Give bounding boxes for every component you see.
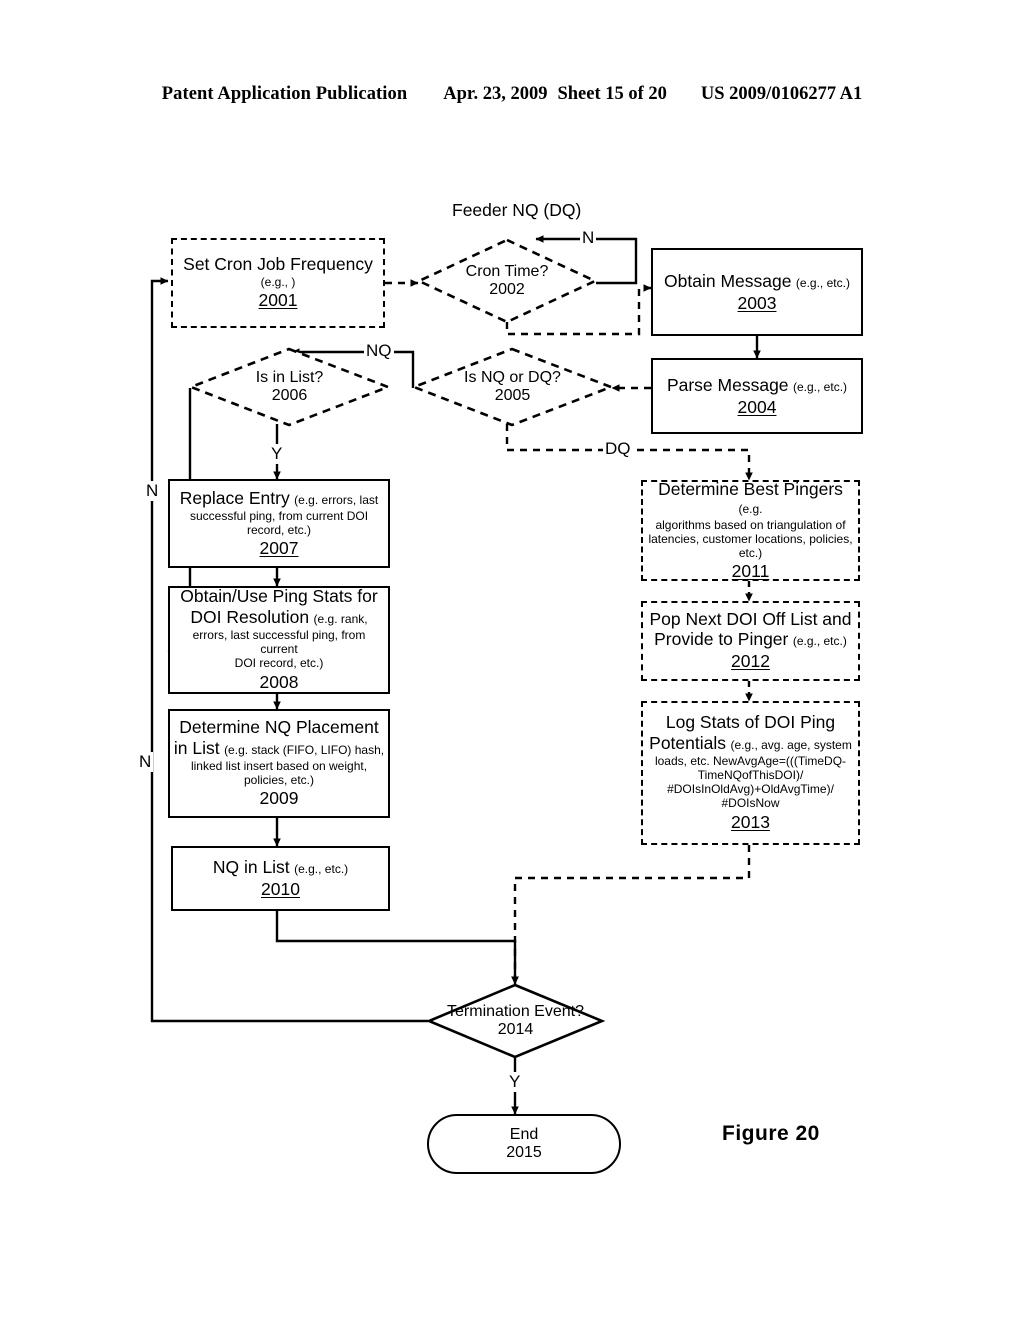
node-2001-line1: Set Cron Job Frequency — [183, 254, 373, 275]
node-2011-line4: etc.) — [738, 546, 763, 561]
node-2005-ref: 2005 — [494, 387, 531, 404]
node-2004-line1: Parse Message (e.g., etc.) — [666, 374, 848, 395]
node-2007-ref: 2007 — [259, 538, 299, 559]
node-2011-line1: Determine Best Pingers (e.g. — [658, 478, 843, 516]
node-2006-ref: 2006 — [271, 387, 308, 404]
node-2015-ref: 2015 — [506, 1144, 542, 1161]
node-2001-line2: (e.g., ) — [260, 274, 296, 289]
node-2011-determine-best-pingers[interactable]: Determine Best Pingers (e.g. algorithms … — [641, 478, 860, 582]
node-2004-parse-message[interactable]: Parse Message (e.g., etc.) 2004 — [651, 358, 863, 434]
node-2009-line3: linked list insert based on weight, — [190, 758, 368, 773]
edge-label-termination-no: N — [137, 752, 154, 772]
node-2007-line2: successful ping, from current DOI — [189, 508, 369, 523]
node-2011-line2: algorithms based on triangulation of — [655, 517, 846, 532]
node-2006-is-in-list[interactable]: Is in List? 2006 — [187, 347, 392, 427]
node-2014-line1: Termination Event? — [447, 1003, 584, 1020]
figure-caption: Figure 20 — [722, 1122, 820, 1145]
node-2012-pop-next-doi[interactable]: Pop Next DOI Off List and Provide to Pin… — [641, 601, 860, 681]
node-2015-end[interactable]: End 2015 — [427, 1114, 621, 1174]
node-2014-termination-event[interactable]: Termination Event? 2014 — [425, 983, 606, 1059]
node-2001-set-cron-job-frequency[interactable]: Set Cron Job Frequency (e.g., ) 2001 — [171, 238, 385, 328]
node-2013-line2: Potentials (e.g., avg. age, system — [649, 732, 852, 753]
node-2013-line4: TimeNQofThisDOI)/ — [697, 768, 804, 783]
node-2009-line4: policies, etc.) — [243, 772, 315, 787]
node-2002-ref: 2002 — [489, 281, 525, 298]
node-2008-line3: errors, last successful ping, from curre… — [192, 628, 366, 657]
node-2013-line3: loads, etc. NewAvgAge=(((TimeDQ- — [654, 753, 847, 768]
node-2015-line1: End — [509, 1126, 539, 1143]
node-2006-line1: Is in List? — [255, 369, 324, 386]
node-2002-cron-time[interactable]: Cron Time? 2002 — [415, 238, 599, 324]
node-2011-ref: 2011 — [731, 561, 770, 582]
node-2008-obtain-use-ping-stats[interactable]: Obtain/Use Ping Stats for DOI Resolution… — [168, 586, 390, 694]
node-2001-ref: 2001 — [258, 289, 298, 310]
node-2011-line3: latencies, customer locations, policies, — [648, 531, 853, 546]
node-2007-line1: Replace Entry (e.g. errors, last — [179, 487, 379, 508]
node-2014-ref: 2014 — [497, 1021, 534, 1038]
edge-label-termination-yes: Y — [507, 1072, 523, 1092]
node-2013-log-stats-doi-ping-potentials[interactable]: Log Stats of DOI Ping Potentials (e.g., … — [641, 701, 860, 845]
node-2009-line2: in List (e.g. stack (FIFO, LIFO) hash, — [173, 737, 385, 758]
node-2012-line1: Pop Next DOI Off List and — [649, 608, 852, 629]
node-2013-line5: #DOIsInOldAvg)+OldAvgTime)/ — [667, 782, 834, 797]
edge-label-is-in-list-no: N — [144, 481, 161, 501]
node-2012-ref: 2012 — [731, 651, 770, 672]
node-2013-line1: Log Stats of DOI Ping — [665, 712, 836, 733]
node-2012-line2: Provide to Pinger (e.g., etc.) — [654, 629, 847, 650]
node-2013-line6: #DOIsNow — [721, 796, 780, 811]
node-2010-ref: 2010 — [261, 879, 300, 899]
edge-label-is-in-list-yes: Y — [269, 444, 285, 464]
node-2009-line1: Determine NQ Placement — [179, 717, 379, 738]
node-2007-replace-entry[interactable]: Replace Entry (e.g. errors, last success… — [168, 479, 390, 568]
node-2003-line1: Obtain Message (e.g., etc.) — [664, 270, 850, 291]
node-2007-line3: record, etc.) — [246, 523, 312, 537]
node-2003-ref: 2003 — [737, 292, 777, 313]
node-2008-line2: DOI Resolution (e.g. rank, — [190, 607, 368, 628]
node-2009-determine-nq-placement[interactable]: Determine NQ Placement in List (e.g. sta… — [168, 709, 390, 818]
node-2005-line1: Is NQ or DQ? — [464, 369, 561, 386]
node-2008-line1: Obtain/Use Ping Stats for — [180, 586, 378, 607]
edge-label-nq: NQ — [364, 341, 394, 361]
feeder-nq-title-label: Feeder NQ (DQ) — [452, 200, 582, 220]
edge-label-cron-no: N — [580, 228, 597, 248]
node-2013-ref: 2013 — [731, 811, 770, 832]
node-2009-ref: 2009 — [259, 787, 299, 808]
node-2002-line1: Cron Time? — [465, 263, 549, 280]
node-2008-ref: 2008 — [259, 671, 299, 692]
node-2005-is-nq-or-dq[interactable]: Is NQ or DQ? 2005 — [410, 347, 615, 427]
node-2004-ref: 2004 — [737, 396, 777, 417]
edge-label-dq: DQ — [603, 439, 633, 459]
node-2010-nq-in-list[interactable]: NQ in List (e.g., etc.) 2010 — [171, 846, 390, 911]
node-2003-obtain-message[interactable]: Obtain Message (e.g., etc.) 2003 — [651, 248, 863, 336]
node-2010-line1: NQ in List (e.g., etc.) — [212, 857, 349, 877]
node-2008-line4: DOI record, etc.) — [234, 656, 324, 671]
